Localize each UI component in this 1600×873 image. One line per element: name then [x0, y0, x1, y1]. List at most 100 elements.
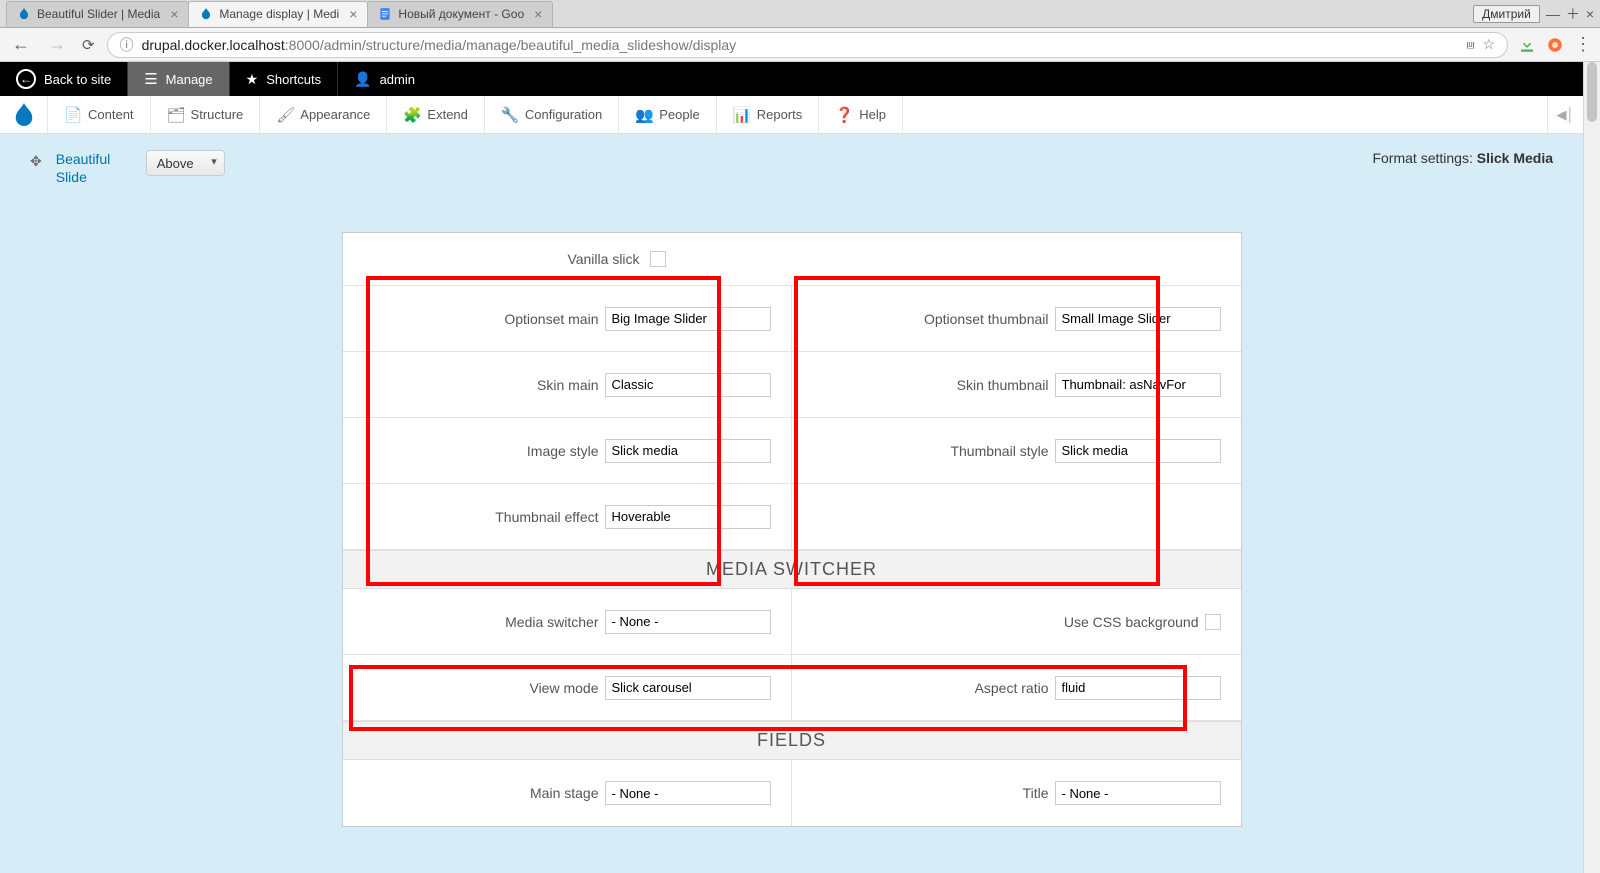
extension-download-icon[interactable] [1518, 36, 1536, 54]
kebab-menu-icon[interactable]: ⋮ [1574, 34, 1592, 55]
address-bar: ← → ⟳ ⓘ drupal.docker.localhost:8000/adm… [0, 28, 1600, 62]
minimize-icon[interactable]: — [1546, 6, 1560, 22]
menu-configuration[interactable]: 🔧 Configuration [485, 96, 619, 133]
url-path: :8000/admin/structure/media/manage/beaut… [285, 37, 736, 53]
media-switcher-input[interactable] [605, 610, 771, 634]
format-settings-name: Slick Media [1477, 150, 1553, 166]
browser-tab-2[interactable]: Новый документ - Goo × [367, 1, 553, 27]
browser-tabs: Beautiful Slider | Media × Manage displa… [6, 1, 552, 27]
drupal-logo[interactable] [0, 96, 48, 133]
url-host: drupal.docker.localhost [142, 37, 285, 53]
optionset-main-input[interactable] [605, 307, 771, 331]
field-name-line2: Slide [56, 169, 87, 185]
close-icon[interactable]: × [349, 6, 357, 22]
hamburger-icon: ☰ [144, 70, 157, 88]
media-switcher-label: Media switcher [505, 614, 598, 630]
thumbnail-style-input[interactable] [1055, 439, 1221, 463]
profile-badge[interactable]: Дмитрий [1473, 5, 1540, 23]
menu-reports-label: Reports [757, 107, 803, 122]
skin-main-input[interactable] [605, 373, 771, 397]
back-icon[interactable]: ← [8, 32, 34, 57]
view-mode-input[interactable] [605, 676, 771, 700]
viewport: Back to site ☰ Manage ★ Shortcuts 👤 admi… [0, 62, 1600, 873]
gdoc-favicon-icon [378, 7, 392, 21]
maximize-icon[interactable]: ＋ [1566, 4, 1580, 24]
skin-thumbnail-label: Skin thumbnail [957, 377, 1049, 393]
menu-structure-label: Structure [191, 107, 244, 122]
tab-title: Manage display | Medi [219, 7, 339, 21]
extension-circle-icon[interactable] [1546, 36, 1564, 54]
field-display-row: ✥ Beautiful Slide Above Format settings:… [30, 150, 1553, 186]
menu-people[interactable]: 👥People [619, 96, 716, 133]
optionset-thumbnail-input[interactable] [1055, 307, 1221, 331]
label-position-select[interactable]: Above [146, 150, 225, 176]
skin-thumbnail-input[interactable] [1055, 373, 1221, 397]
aspect-ratio-input[interactable] [1055, 676, 1221, 700]
menu-extend[interactable]: 🧩 Extend [387, 96, 484, 133]
menu-reports[interactable]: 📊 Reports [717, 96, 820, 133]
drag-handle-icon[interactable]: ✥ [30, 153, 42, 170]
aspect-ratio-label: Aspect ratio [975, 680, 1049, 696]
menu-extend-label: Extend [427, 107, 467, 122]
scrollbar-thumb[interactable] [1587, 62, 1597, 122]
bookmark-star-icon[interactable]: ☆ [1482, 36, 1495, 53]
view-mode-label: View mode [529, 680, 598, 696]
title-field-input[interactable] [1055, 781, 1221, 805]
close-icon[interactable]: × [534, 6, 542, 22]
user-icon: 👤 [354, 71, 371, 88]
optionset-main-label: Optionset main [504, 311, 598, 327]
menu-configuration-label: Configuration [525, 107, 602, 122]
section-media-switcher-title: MEDIA SWITCHER [343, 550, 1241, 589]
back-to-site-icon [16, 69, 36, 89]
shortcuts-label: Shortcuts [266, 72, 321, 87]
file-icon: 📄 [64, 106, 80, 124]
admin-menubar: 📄Content 🗂Structure 🖌Appearance 🧩Extend … [0, 96, 1583, 134]
url-field[interactable]: ⓘ drupal.docker.localhost:8000/admin/str… [107, 32, 1508, 58]
info-icon[interactable]: ⓘ [120, 35, 134, 55]
reload-icon[interactable]: ⟳ [80, 34, 97, 56]
main-stage-input[interactable] [605, 781, 771, 805]
manage-label: Manage [166, 72, 213, 87]
account-button[interactable]: 👤 admin [338, 62, 431, 96]
back-to-site-button[interactable]: Back to site [0, 62, 128, 96]
star-icon: ★ [246, 71, 259, 88]
manage-button[interactable]: ☰ Manage [128, 62, 229, 96]
menu-appearance[interactable]: 🖌 Appearance [260, 96, 387, 133]
menu-appearance-label: Appearance [300, 107, 370, 122]
window-close-icon[interactable]: × [1586, 6, 1594, 22]
translate-icon[interactable]: ⩏ [1467, 36, 1475, 53]
vanilla-slick-checkbox[interactable] [650, 251, 666, 267]
back-to-site-label: Back to site [44, 72, 111, 87]
image-style-label: Image style [527, 443, 599, 459]
drupal-favicon-icon [17, 7, 31, 21]
menu-structure[interactable]: 🗂Structure [151, 96, 261, 133]
field-name: Beautiful Slide [56, 150, 132, 186]
skin-main-label: Skin main [537, 377, 598, 393]
shortcuts-button[interactable]: ★ Shortcuts [230, 62, 338, 96]
chart-icon: 📊 [733, 106, 749, 124]
puzzle-icon: 🧩 [403, 106, 419, 124]
wrench-icon: 🔧 [501, 106, 517, 124]
thumbnail-effect-input[interactable] [605, 505, 771, 529]
browser-chrome: Beautiful Slider | Media × Manage displa… [0, 0, 1600, 28]
menu-content[interactable]: 📄Content [48, 96, 151, 133]
format-settings-prefix: Format settings: [1372, 150, 1476, 166]
menu-help-label: Help [859, 107, 886, 122]
content-area: ✥ Beautiful Slide Above Format settings:… [0, 134, 1583, 873]
people-icon: 👥 [635, 106, 651, 124]
close-icon[interactable]: × [170, 6, 178, 22]
vanilla-slick-label: Vanilla slick [567, 251, 639, 267]
toolbar-orientation-toggle[interactable]: ◀│ [1547, 96, 1583, 133]
brush-icon: 🖌 [276, 106, 292, 124]
vertical-scrollbar[interactable] [1583, 62, 1600, 873]
browser-tab-0[interactable]: Beautiful Slider | Media × [6, 1, 189, 27]
image-style-input[interactable] [605, 439, 771, 463]
menu-help[interactable]: ❓ Help [819, 96, 903, 133]
use-css-bg-checkbox[interactable] [1205, 614, 1221, 630]
help-icon: ❓ [835, 106, 851, 124]
account-label: admin [380, 72, 415, 87]
browser-tab-1-active[interactable]: Manage display | Medi × [188, 1, 368, 27]
window-controls: — ＋ × [1546, 4, 1594, 24]
main-stage-label: Main stage [530, 785, 598, 801]
forward-icon: → [44, 32, 70, 57]
